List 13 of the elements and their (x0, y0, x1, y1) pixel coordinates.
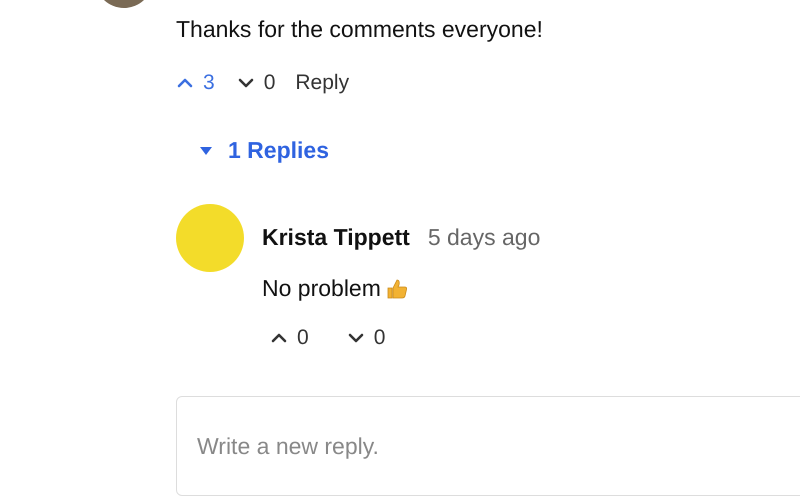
upvote-button[interactable]: 3 (176, 71, 215, 95)
timestamp: 5 days ago (428, 224, 540, 251)
downvote-button[interactable]: 0 (346, 326, 386, 350)
reply-input-field[interactable]: Write a new reply. (176, 396, 800, 496)
author-name: Krista Tippett (262, 224, 410, 251)
replies-toggle[interactable]: 1 Replies (200, 137, 329, 164)
reply-text: No problem (262, 275, 381, 302)
thumbs-up-icon (384, 276, 409, 300)
downvote-button[interactable]: 0 (236, 71, 276, 95)
reply-button[interactable]: Reply (289, 71, 350, 95)
caret-icon (200, 146, 212, 154)
upvote-button[interactable]: 0 (270, 326, 309, 350)
comment-text: Thanks for the comments everyone! (176, 16, 543, 43)
